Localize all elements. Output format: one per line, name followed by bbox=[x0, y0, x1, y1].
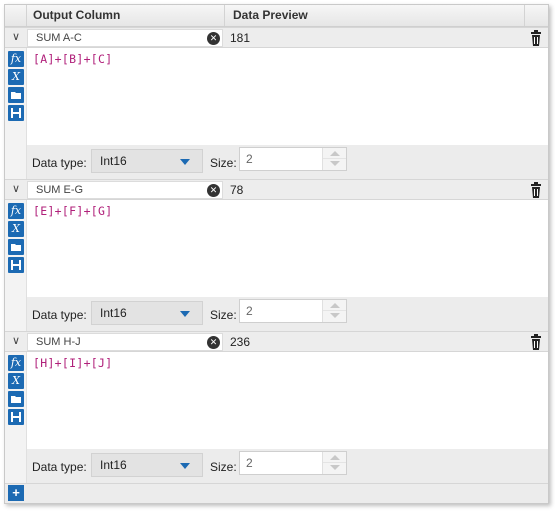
data-preview-header: Data Preview bbox=[225, 5, 525, 26]
dropdown-arrow-icon bbox=[180, 159, 190, 165]
folder-open-icon[interactable] bbox=[8, 239, 24, 255]
type-row: Data type: Int16 Size: 2 bbox=[27, 297, 548, 331]
spin-buttons[interactable] bbox=[322, 148, 346, 170]
chevron-down-icon[interactable]: ∨ bbox=[9, 30, 23, 45]
data-type-label: Data type: bbox=[32, 308, 87, 322]
plus-icon[interactable]: + bbox=[8, 485, 24, 501]
data-type-label: Data type: bbox=[32, 156, 87, 170]
expression-row: ∨ SUM H-J ✕ 236 bbox=[5, 331, 548, 352]
size-stepper[interactable]: 2 bbox=[239, 299, 347, 323]
save-icon[interactable] bbox=[8, 257, 24, 273]
trash-icon[interactable] bbox=[530, 30, 542, 46]
expression-editor[interactable]: [E]+[F]+[G] bbox=[27, 200, 548, 296]
dropdown-arrow-icon bbox=[180, 463, 190, 469]
fx-icon[interactable]: fx bbox=[8, 355, 24, 371]
spin-down-icon[interactable] bbox=[330, 465, 340, 470]
data-preview-value: 78 bbox=[230, 183, 244, 197]
expression-text: [H]+[I]+[J] bbox=[33, 356, 113, 370]
chevron-down-icon[interactable]: ∨ bbox=[9, 334, 23, 349]
spin-down-icon[interactable] bbox=[330, 161, 340, 166]
tool-strip: fx X bbox=[5, 352, 27, 483]
variable-icon[interactable]: X bbox=[8, 221, 24, 237]
data-type-label: Data type: bbox=[32, 460, 87, 474]
spin-up-icon[interactable] bbox=[330, 151, 340, 156]
expression-block: ∨ SUM H-J ✕ 236 fx X [H]+[I]+[J] Data ty… bbox=[5, 331, 548, 483]
clear-icon[interactable]: ✕ bbox=[207, 184, 220, 197]
expression-block: ∨ SUM E-G ✕ 78 fx X [E]+[F]+[G] Data typ… bbox=[5, 179, 548, 331]
data-type-select[interactable]: Int16 bbox=[91, 149, 203, 173]
expression-row: ∨ SUM E-G ✕ 78 bbox=[5, 179, 548, 200]
expression-text: [A]+[B]+[C] bbox=[33, 52, 113, 66]
clear-icon[interactable]: ✕ bbox=[207, 336, 220, 349]
type-row: Data type: Int16 Size: 2 bbox=[27, 449, 548, 483]
expression-editor[interactable]: [A]+[B]+[C] bbox=[27, 48, 548, 144]
expression-block: ∨ SUM A-C ✕ 181 fx X [A]+[B]+[C] Data ty… bbox=[5, 27, 548, 179]
data-type-select[interactable]: Int16 bbox=[91, 301, 203, 325]
size-stepper[interactable]: 2 bbox=[239, 451, 347, 475]
variable-icon[interactable]: X bbox=[8, 373, 24, 389]
size-stepper[interactable]: 2 bbox=[239, 147, 347, 171]
expression-row: ∨ SUM A-C ✕ 181 bbox=[5, 27, 548, 48]
save-icon[interactable] bbox=[8, 105, 24, 121]
data-type-select[interactable]: Int16 bbox=[91, 453, 203, 477]
save-icon[interactable] bbox=[8, 409, 24, 425]
data-preview-value: 236 bbox=[230, 335, 251, 349]
spin-buttons[interactable] bbox=[322, 300, 346, 322]
chevron-down-icon[interactable]: ∨ bbox=[9, 182, 23, 197]
tool-strip: fx X bbox=[5, 200, 27, 331]
size-label: Size: bbox=[210, 460, 237, 474]
folder-open-icon[interactable] bbox=[8, 87, 24, 103]
trash-icon[interactable] bbox=[530, 182, 542, 198]
trash-icon[interactable] bbox=[530, 334, 542, 350]
size-label: Size: bbox=[210, 308, 237, 322]
expression-text: [E]+[F]+[G] bbox=[33, 204, 113, 218]
fx-icon[interactable]: fx bbox=[8, 203, 24, 219]
data-preview-value: 181 bbox=[230, 31, 251, 45]
tool-strip: fx X bbox=[5, 48, 27, 179]
fx-icon[interactable]: fx bbox=[8, 51, 24, 67]
folder-open-icon[interactable] bbox=[8, 391, 24, 407]
output-column-name-field[interactable]: SUM H-J ✕ bbox=[27, 333, 223, 351]
column-header: Output Column Data Preview bbox=[5, 5, 548, 27]
spin-up-icon[interactable] bbox=[330, 303, 340, 308]
spin-buttons[interactable] bbox=[322, 452, 346, 474]
formula-editor-panel: Output Column Data Preview ∨ SUM A-C ✕ 1… bbox=[4, 4, 549, 504]
output-column-name-field[interactable]: SUM E-G ✕ bbox=[27, 181, 223, 199]
expression-editor[interactable]: [H]+[I]+[J] bbox=[27, 352, 548, 448]
variable-icon[interactable]: X bbox=[8, 69, 24, 85]
type-row: Data type: Int16 Size: 2 bbox=[27, 145, 548, 179]
clear-icon[interactable]: ✕ bbox=[207, 32, 220, 45]
size-label: Size: bbox=[210, 156, 237, 170]
spin-down-icon[interactable] bbox=[330, 313, 340, 318]
output-column-name-field[interactable]: SUM A-C ✕ bbox=[27, 29, 223, 47]
footer-bar: + bbox=[5, 483, 548, 503]
output-column-header: Output Column bbox=[27, 5, 225, 26]
spin-up-icon[interactable] bbox=[330, 455, 340, 460]
dropdown-arrow-icon bbox=[180, 311, 190, 317]
